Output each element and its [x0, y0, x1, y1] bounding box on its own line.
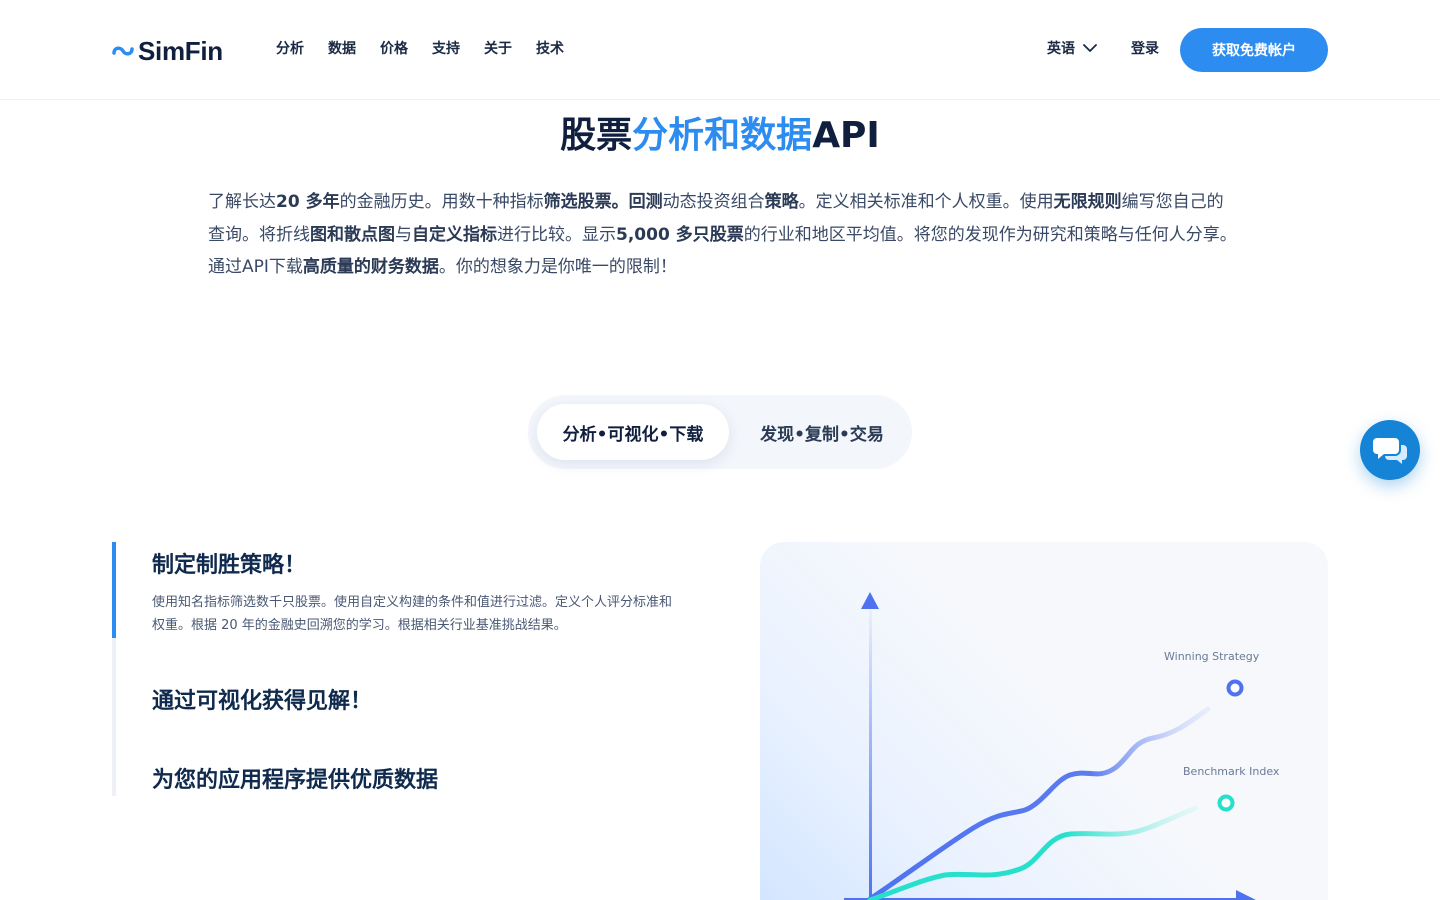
hero-text-segment: 了解长达 — [208, 192, 276, 212]
main-nav: 分析 数据 价格 支持 关于 技术 — [276, 38, 564, 58]
winning-strategy-point — [1226, 679, 1244, 697]
hero-text-bold: 5,000 多只股票 — [616, 224, 744, 245]
nav-item-support[interactable]: 支持 — [432, 38, 460, 58]
hero-title-accent: 分析和数据 — [632, 115, 813, 156]
feature-title-visual-insights[interactable]: 通过可视化获得见解！ — [152, 683, 372, 715]
login-link[interactable]: 登录 — [1131, 38, 1159, 58]
hero-text-bold: 高质量的财务数据 — [302, 257, 439, 277]
x-axis-arrow — [1236, 890, 1256, 900]
nav-item-about[interactable]: 关于 — [484, 38, 512, 58]
get-free-account-button[interactable]: 获取免费帐户 — [1180, 28, 1328, 72]
tab-discover-copy-trade[interactable]: 发现•复制•交易 — [740, 404, 904, 460]
language-label: 英语 — [1047, 41, 1075, 57]
hero-text-segment: 动态投资组合 — [662, 192, 765, 212]
winning-strategy-label: Winning Strategy — [1164, 650, 1260, 663]
y-axis — [869, 610, 872, 900]
nav-item-pricing[interactable]: 价格 — [380, 38, 408, 58]
hero-text-segment: 。定义相关标准和个人权重。使用 — [798, 192, 1054, 212]
nav-item-data[interactable]: 数据 — [328, 38, 356, 58]
hero-text-segment: 。你的想象力是你唯一的限制！ — [438, 257, 677, 277]
hero-title: 股票分析和数据API — [0, 106, 1440, 158]
winning-strategy-line — [867, 706, 1211, 900]
hero-description: 了解长达20 多年的金融历史。用数十种指标筛选股票。回测动态投资组合策略。定义相… — [208, 186, 1238, 284]
hero-text-bold: 20 多年 — [276, 192, 340, 212]
feature-description: 使用知名指标筛选数千只股票。使用自定义构建的条件和值进行过滤。定义个人评分标准和… — [152, 595, 673, 633]
feature-title-winning-strategy[interactable]: 制定制胜策略！ — [152, 547, 306, 579]
strategy-chart-card: Winning Strategy Benchmark Index — [760, 542, 1328, 900]
simfin-logo-icon — [112, 46, 134, 56]
feature-title-quality-data[interactable]: 为您的应用程序提供优质数据 — [152, 762, 438, 794]
logo-text: SimFin — [138, 35, 223, 66]
hero-text-bold: 图和散点图 — [310, 224, 395, 245]
hero-title-part1: 股票 — [560, 115, 633, 156]
hero-text-segment: 的金融历史。用数十种指标 — [339, 192, 544, 212]
tab-analyze-visualize-download[interactable]: 分析•可视化•下载 — [537, 404, 729, 460]
nav-item-analysis[interactable]: 分析 — [276, 38, 304, 58]
hero-text-bold: 自定义指标 — [412, 224, 497, 245]
feature-progress-indicator — [112, 542, 116, 638]
hero-text-segment: 进行比较。显示 — [497, 224, 616, 245]
nav-item-tech[interactable]: 技术 — [536, 38, 564, 58]
simfin-logo[interactable]: SimFin — [112, 36, 223, 66]
y-axis-arrow — [861, 592, 879, 609]
hero-text-bold: 无限规则 — [1053, 192, 1122, 212]
hero-title-part2: API — [812, 115, 880, 156]
chat-bubbles-icon — [1373, 438, 1407, 464]
benchmark-index-point — [1217, 794, 1235, 812]
language-selector[interactable]: 英语 — [1047, 38, 1097, 58]
benchmark-index-line — [867, 805, 1199, 900]
hero-text-bold: 筛选股票。回测 — [543, 192, 663, 212]
chat-button[interactable] — [1360, 420, 1420, 480]
chevron-down-icon — [1083, 43, 1097, 52]
hero-text-bold: 策略 — [764, 192, 799, 212]
mode-toggle: 分析•可视化•下载 发现•复制•交易 — [528, 395, 912, 469]
site-header: SimFin 分析 数据 价格 支持 关于 技术 英语 登录 获取免费帐户 — [0, 0, 1440, 100]
hero-text-segment: 与 — [395, 224, 412, 245]
benchmark-index-label: Benchmark Index — [1183, 765, 1280, 778]
strategy-chart: Winning Strategy Benchmark Index — [844, 592, 1280, 900]
